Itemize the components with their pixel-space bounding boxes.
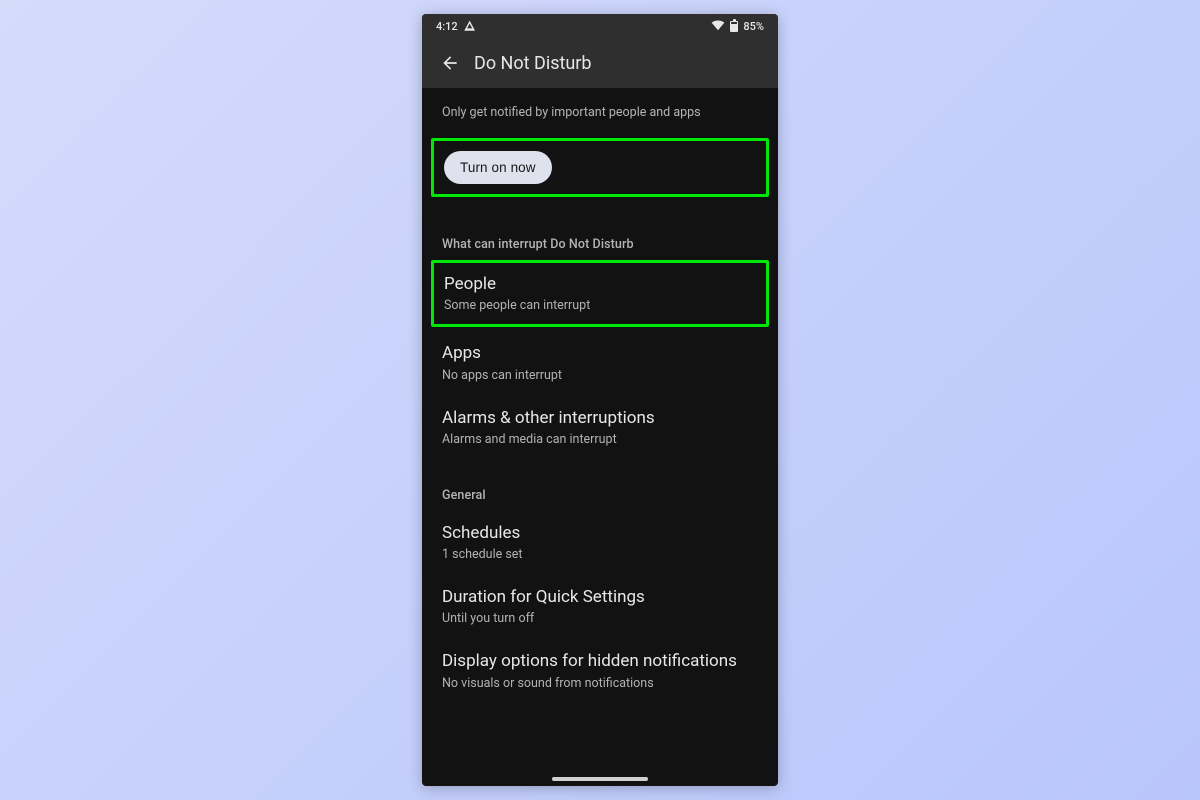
phone-frame: 4:12 85% Do Not Disturb Only get notifie… <box>422 14 778 786</box>
setting-item-title: Apps <box>442 343 758 364</box>
section-general-header: General <box>422 460 778 511</box>
setting-item-subtitle: 1 schedule set <box>442 547 758 562</box>
notification-unknown-icon <box>464 20 476 32</box>
status-battery-pct: 85% <box>743 20 764 33</box>
setting-item-title: People <box>444 274 756 295</box>
status-bar: 4:12 85% <box>422 14 778 38</box>
app-bar: Do Not Disturb <box>422 38 778 88</box>
setting-item-title: Display options for hidden notifications <box>442 651 758 672</box>
turn-on-now-button[interactable]: Turn on now <box>444 151 552 184</box>
status-time: 4:12 <box>436 20 458 33</box>
setting-item-schedules[interactable]: Schedules 1 schedule set <box>422 511 778 575</box>
turn-on-row-highlight: Turn on now <box>431 138 769 197</box>
setting-item-subtitle: Alarms and media can interrupt <box>442 432 758 447</box>
back-button[interactable] <box>428 41 472 85</box>
page-title: Do Not Disturb <box>474 53 592 74</box>
setting-item-alarms[interactable]: Alarms & other interruptions Alarms and … <box>422 396 778 460</box>
setting-item-title: Schedules <box>442 523 758 544</box>
setting-item-subtitle: Until you turn off <box>442 611 758 626</box>
page-description: Only get notified by important people an… <box>422 88 778 120</box>
setting-item-title: Duration for Quick Settings <box>442 587 758 608</box>
battery-icon <box>730 20 738 32</box>
setting-item-duration[interactable]: Duration for Quick Settings Until you tu… <box>422 575 778 639</box>
setting-item-subtitle: No apps can interrupt <box>442 368 758 383</box>
setting-item-display-options[interactable]: Display options for hidden notifications… <box>422 639 778 703</box>
wifi-icon <box>711 18 725 35</box>
arrow-left-icon <box>440 53 460 73</box>
setting-item-title: Alarms & other interruptions <box>442 408 758 429</box>
setting-item-people[interactable]: People Some people can interrupt <box>434 263 766 324</box>
people-row-highlight: People Some people can interrupt <box>431 260 769 327</box>
setting-item-apps[interactable]: Apps No apps can interrupt <box>422 331 778 395</box>
setting-item-subtitle: Some people can interrupt <box>444 298 756 313</box>
settings-content: Only get notified by important people an… <box>422 88 778 704</box>
setting-item-subtitle: No visuals or sound from notifications <box>442 676 758 691</box>
section-interrupt-header: What can interrupt Do Not Disturb <box>422 209 778 260</box>
gesture-nav-pill[interactable] <box>552 777 648 781</box>
